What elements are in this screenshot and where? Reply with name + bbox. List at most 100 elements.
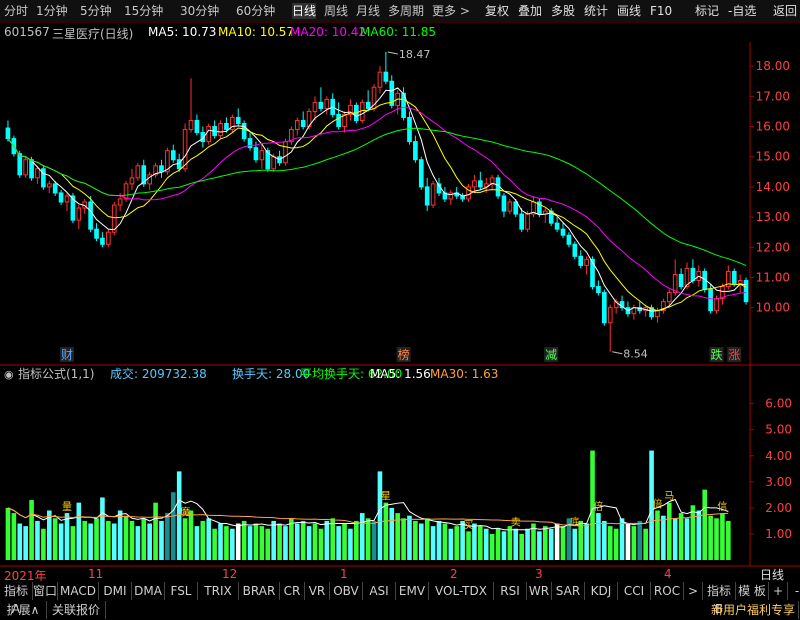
volume-bar: [88, 523, 93, 560]
period-button[interactable]: 30分钟: [180, 3, 219, 19]
toolbar-action-button[interactable]: 标记: [695, 3, 719, 19]
date-tick-label: 1: [340, 567, 348, 581]
volume-bar: [35, 520, 40, 560]
candle-body: [123, 183, 129, 200]
candle-body: [666, 292, 672, 303]
indicator-tab[interactable]: >: [684, 582, 703, 600]
volume-bar: [289, 518, 294, 560]
indicator-tab[interactable]: FSL: [165, 582, 198, 600]
indicator-tab[interactable]: OBV: [330, 582, 363, 600]
period-button[interactable]: 多周期: [388, 3, 424, 19]
volume-bar: [23, 526, 28, 560]
indicator-tab[interactable]: CCI: [618, 582, 651, 600]
indicator-tab[interactable]: CR: [280, 582, 305, 600]
toolbar-action-button[interactable]: 叠加: [518, 3, 542, 19]
volume-bar: [265, 528, 271, 560]
volume-bar: [537, 531, 542, 560]
indicator-tab[interactable]: -: [788, 582, 800, 600]
indicator-tab[interactable]: WR: [527, 582, 552, 600]
volume-bar: [342, 523, 347, 560]
candle-body: [106, 231, 111, 245]
toolbar-action-button[interactable]: 画线: [617, 3, 641, 19]
period-button[interactable]: 5分钟: [80, 3, 112, 19]
indicator-tab[interactable]: TRIX: [198, 582, 239, 600]
extension-tab[interactable]: 关联报价: [47, 601, 106, 619]
period-button[interactable]: 分时: [4, 3, 28, 19]
toolbar-action-button[interactable]: F10: [650, 3, 672, 19]
volume-bar: [76, 502, 82, 560]
period-button[interactable]: 月线: [356, 3, 380, 19]
indicator-tab[interactable]: VOL-TDX: [429, 582, 494, 600]
ma-legend-item: MA20: 10.42: [290, 25, 367, 39]
indicator-tab[interactable]: DMI: [99, 582, 132, 600]
volume-bar: [129, 520, 135, 560]
toolbar-action-button[interactable]: 复权: [485, 3, 509, 19]
volume-bar: [483, 528, 489, 560]
period-button[interactable]: 更多 >: [432, 3, 470, 19]
volume-bar: [52, 518, 58, 560]
indicator-legend-item: MA30: 1.63: [430, 367, 498, 381]
event-marker: 财: [61, 348, 73, 362]
candle-body: [501, 195, 507, 212]
indicator-tab[interactable]: 窗口: [33, 582, 58, 600]
volume-bar: [5, 507, 11, 560]
indicator-tab[interactable]: 模 板: [736, 582, 769, 600]
volume-bar: [306, 526, 312, 560]
indicator-tab[interactable]: MACD: [58, 582, 99, 600]
indicator-tab[interactable]: RSI: [494, 582, 527, 600]
volume-bar: [478, 526, 483, 560]
indicator-tab[interactable]: ROC: [651, 582, 684, 600]
volume-bar: [560, 526, 566, 560]
candle-body: [35, 168, 40, 179]
volume-tick-label: 3.00: [765, 475, 792, 489]
candle-body: [383, 71, 389, 82]
candle-body: [566, 234, 572, 245]
indicator-tab[interactable]: +: [769, 582, 788, 600]
signal-glyph: 倍: [593, 500, 603, 513]
extension-tab[interactable]: 扩展∧: [0, 601, 47, 619]
candle-body: [472, 180, 477, 188]
period-button[interactable]: 1分钟: [36, 3, 68, 19]
signal-glyph: 马: [664, 491, 674, 503]
indicator-tab[interactable]: 指标A: [0, 582, 33, 616]
volume-tick-label: 1.00: [765, 527, 792, 541]
volume-bar: [141, 518, 147, 560]
indicator-tab[interactable]: EMV: [396, 582, 429, 600]
extension-tab-row: 扩展∧ 关联报价 新用户福利专享: [0, 601, 800, 619]
period-button[interactable]: 15分钟: [124, 3, 163, 19]
volume-bar: [123, 515, 129, 560]
period-button[interactable]: 日线: [292, 3, 317, 19]
volume-bar: [58, 523, 64, 560]
indicator-tab[interactable]: ASI: [363, 582, 396, 600]
volume-bar: [383, 502, 389, 560]
candle-body: [5, 127, 11, 140]
period-button[interactable]: 周线: [324, 3, 348, 19]
signal-glyph: 买: [464, 519, 474, 531]
indicator-tab[interactable]: BRAR: [239, 582, 280, 600]
candle-body: [607, 307, 613, 324]
indicator-tab[interactable]: SAR: [552, 582, 585, 600]
volume-bar: [655, 510, 660, 560]
period-button[interactable]: 60分钟: [236, 3, 275, 19]
chart-canvas[interactable]: 10.0011.0012.0013.0014.0015.0016.0017.00…: [0, 0, 800, 620]
toolbar-action-button[interactable]: 返回: [773, 3, 797, 19]
toolbar-action-button[interactable]: -自选: [728, 3, 756, 19]
signal-glyph: 卖: [511, 517, 521, 529]
indicator-tab[interactable]: DMA: [132, 582, 165, 600]
volume-bar: [454, 526, 460, 560]
indicator-tab[interactable]: KDJ: [585, 582, 618, 600]
volume-bar: [194, 526, 200, 560]
candle-body: [708, 289, 713, 312]
volume-bar: [525, 528, 530, 560]
indicator-tab[interactable]: 指标B: [703, 582, 736, 616]
volume-bar: [64, 513, 70, 560]
volume-bar: [519, 533, 524, 560]
stock-name: 三星医疗(日线): [52, 27, 134, 41]
toolbar-action-button[interactable]: 多股: [551, 3, 575, 19]
toolbar-action-button[interactable]: 统计: [584, 3, 608, 19]
ma-legend-item: MA5: 10.73: [148, 25, 217, 39]
volume-bar: [625, 523, 631, 560]
indicator-tab[interactable]: VR: [305, 582, 330, 600]
volume-bar: [336, 526, 341, 560]
promo-link[interactable]: 新用户福利专享: [708, 601, 799, 619]
